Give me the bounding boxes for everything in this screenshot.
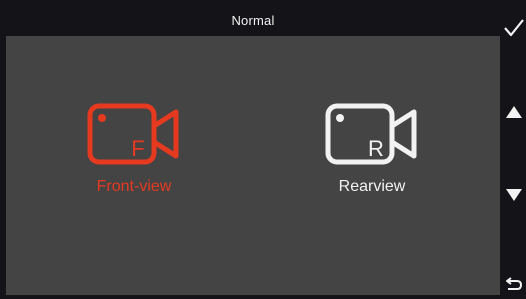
title-bar: Normal	[6, 6, 500, 34]
rear-camera-icon: R	[325, 103, 417, 165]
confirm-button[interactable]	[502, 14, 526, 42]
return-arrow-icon	[506, 277, 523, 290]
down-button[interactable]	[502, 181, 526, 209]
page-title: Normal	[231, 12, 275, 28]
camera-selection-panel: F Front-view R Rearview	[6, 36, 500, 295]
rearview-label: Rearview	[338, 178, 406, 195]
front-view-label: Front-view	[96, 178, 172, 195]
up-button[interactable]	[502, 98, 526, 126]
checkmark-icon	[504, 19, 524, 37]
triangle-up-icon	[506, 106, 522, 118]
front-view-option[interactable]: F Front-view	[64, 102, 204, 196]
rear-camera-letter: R	[368, 136, 384, 161]
front-camera-icon: F	[87, 103, 179, 165]
back-button[interactable]	[502, 270, 526, 298]
dashcam-screen: Normal F Front-view R Rearview	[0, 0, 526, 299]
rearview-option[interactable]: R Rearview	[302, 102, 442, 196]
front-camera-letter: F	[131, 136, 144, 161]
triangle-down-icon	[506, 189, 522, 201]
